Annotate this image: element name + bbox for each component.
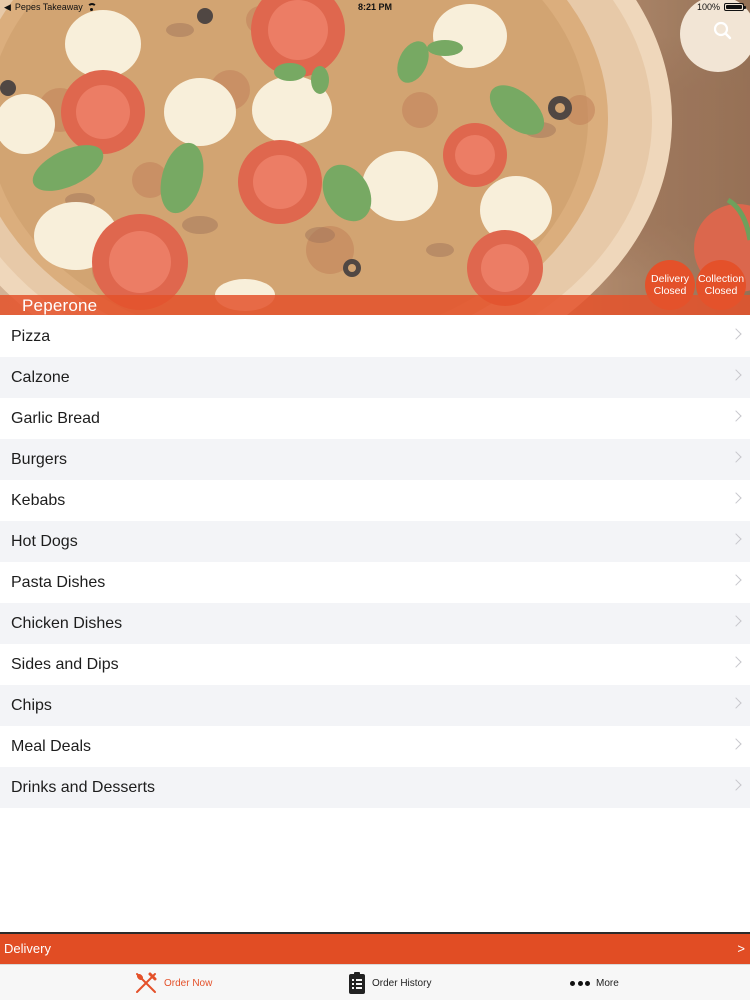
menu-item-garlic-bread[interactable]: Garlic Bread [0,398,750,439]
chevron-right-icon [730,615,742,627]
menu-item-label: Pasta Dishes [11,573,106,591]
battery-percent: 100% [696,2,720,12]
menu-item-label: Sides and Dips [11,655,119,673]
chevron-right-icon [730,738,742,750]
chevron-right-icon [730,779,742,791]
chevron-right-icon [730,369,742,381]
clipboard-icon [349,972,365,994]
chevron-right-icon [730,697,742,709]
menu-item-kebabs[interactable]: Kebabs [0,480,750,521]
status-bar: ◀ Pepes Takeaway 8:21 PM 100% [0,0,750,14]
menu-item-label: Chips [11,696,52,714]
chevron-right-icon [730,451,742,463]
tab-order-now[interactable]: Order Now [134,965,212,1001]
tab-order-history[interactable]: Order History [348,965,431,1001]
menu-item-chips[interactable]: Chips [0,685,750,726]
menu-item-label: Hot Dogs [11,532,78,550]
chevron-right-icon [730,533,742,545]
menu-item-label: Calzone [11,368,70,386]
menu-item-pasta-dishes[interactable]: Pasta Dishes [0,562,750,603]
menu-item-pizza[interactable]: Pizza [0,316,750,357]
chevron-right-icon [730,574,742,586]
menu-item-chicken-dishes[interactable]: Chicken Dishes [0,603,750,644]
menu-item-label: Drinks and Desserts [11,778,156,796]
chevron-right-icon [730,656,742,668]
tab-label: More [596,977,619,989]
chevron-right-icon [730,492,742,504]
menu-item-calzone[interactable]: Calzone [0,357,750,398]
menu-item-label: Meal Deals [11,737,92,755]
menu-item-label: Kebabs [11,491,66,509]
tab-label: Order History [372,977,432,989]
chevron-right-icon [730,410,742,422]
menu-item-sides-and-dips[interactable]: Sides and Dips [0,644,750,685]
restaurant-name-bar: Peperone [0,295,750,315]
hero-veil [0,0,750,315]
restaurant-name: Peperone [22,296,98,315]
tab-bar: Order Now Order History More [0,964,750,1000]
tab-more[interactable]: More [570,965,619,1001]
status-time: 8:21 PM [357,2,392,12]
more-dots-icon [570,980,590,986]
menu-item-burgers[interactable]: Burgers [0,439,750,480]
menu-item-meal-deals[interactable]: Meal Deals [0,726,750,767]
search-icon [713,21,732,40]
tab-label: Order Now [164,977,213,989]
delivery-arrow-icon: > [737,941,745,956]
search-button[interactable] [710,18,736,44]
menu-category-list: Pizza Calzone Garlic Bread Burgers Kebab… [0,316,750,808]
menu-item-label: Chicken Dishes [11,614,123,632]
delivery-status-line1: Delivery [651,272,689,285]
menu-item-label: Burgers [11,450,68,468]
menu-item-label: Garlic Bread [11,409,100,427]
fork-knife-icon [136,972,157,993]
delivery-mode-bar[interactable]: Delivery > [0,932,750,964]
menu-item-hot-dogs[interactable]: Hot Dogs [0,521,750,562]
menu-item-drinks-and-desserts[interactable]: Drinks and Desserts [0,767,750,808]
chevron-right-icon [730,328,742,340]
delivery-mode-label: Delivery [4,941,51,956]
battery-icon [724,3,746,11]
hero-banner: ◀ Pepes Takeaway 8:21 PM 100% Delivery C… [0,0,750,315]
collection-status-line1: Collection [697,272,745,285]
menu-item-label: Pizza [11,327,51,345]
